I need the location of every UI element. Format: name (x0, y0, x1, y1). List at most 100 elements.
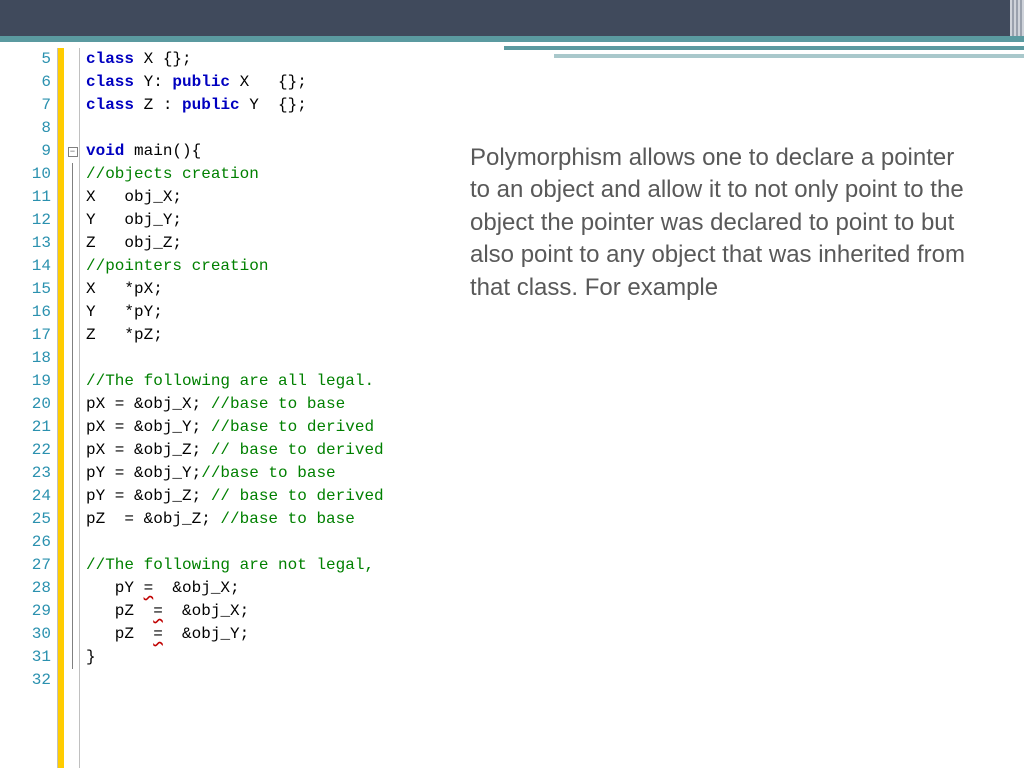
fold-guide (72, 209, 73, 232)
fold-guide (72, 163, 73, 186)
keyword-token: public (172, 73, 230, 91)
text-token: Z : (134, 96, 182, 114)
code-line: pY = &obj_Y;//base to base (86, 462, 384, 485)
line-number: 24 (0, 485, 51, 508)
code-line: class Z : public Y {}; (86, 94, 384, 117)
line-number: 9 (0, 140, 51, 163)
text-token: X {}; (230, 73, 307, 91)
fold-guide (72, 324, 73, 347)
text-token: pZ (86, 602, 153, 620)
text-token: X *pX; (86, 280, 163, 298)
line-number: 20 (0, 393, 51, 416)
code-line: //The following are all legal. (86, 370, 384, 393)
fold-cell (66, 508, 79, 531)
fold-cell (66, 485, 79, 508)
fold-cell (66, 278, 79, 301)
fold-cell (66, 301, 79, 324)
code-line: Y obj_Y; (86, 209, 384, 232)
code-line: pZ = &obj_Z; //base to base (86, 508, 384, 531)
fold-cell (66, 577, 79, 600)
fold-cell (66, 600, 79, 623)
fold-guide (72, 393, 73, 416)
code-line: pX = &obj_X; //base to base (86, 393, 384, 416)
fold-bar: − (66, 48, 80, 768)
code-line: } (86, 646, 384, 669)
line-number: 28 (0, 577, 51, 600)
fold-cell (66, 94, 79, 117)
fold-cell (66, 393, 79, 416)
fold-guide (72, 416, 73, 439)
fold-guide (72, 278, 73, 301)
keyword-token: class (86, 96, 134, 114)
code-editor: 5678910111213141516171819202122232425262… (0, 42, 460, 768)
code-line: pZ = &obj_X; (86, 600, 384, 623)
code-line: Z *pZ; (86, 324, 384, 347)
fold-cell (66, 370, 79, 393)
fold-cell (66, 439, 79, 462)
line-number: 13 (0, 232, 51, 255)
code-body: class X {};class Y: public X {};class Z … (80, 48, 384, 768)
explanation-text: Polymorphism allows one to declare a poi… (460, 42, 1024, 768)
error-token: = (153, 625, 163, 643)
fold-cell[interactable]: − (66, 140, 79, 163)
line-number: 5 (0, 48, 51, 71)
fold-cell (66, 117, 79, 140)
code-line: pX = &obj_Y; //base to derived (86, 416, 384, 439)
text-token: &obj_X; (153, 579, 239, 597)
line-number: 25 (0, 508, 51, 531)
code-line (86, 531, 384, 554)
comment-token: //The following are not legal, (86, 556, 374, 574)
text-token: main(){ (124, 142, 201, 160)
slide-content: 5678910111213141516171819202122232425262… (0, 42, 1024, 768)
text-token: pX = &obj_X; (86, 395, 211, 413)
code-line: class X {}; (86, 48, 384, 71)
fold-cell (66, 209, 79, 232)
fold-cell (66, 71, 79, 94)
text-token: &obj_X; (163, 602, 249, 620)
fold-cell (66, 646, 79, 669)
fold-toggle-icon[interactable]: − (68, 147, 78, 157)
line-number: 6 (0, 71, 51, 94)
comment-token: //base to base (211, 395, 345, 413)
fold-guide (72, 347, 73, 370)
code-line: X *pX; (86, 278, 384, 301)
fold-guide (72, 255, 73, 278)
fold-cell (66, 669, 79, 692)
fold-guide (72, 462, 73, 485)
line-number: 30 (0, 623, 51, 646)
fold-cell (66, 48, 79, 71)
code-line: pX = &obj_Z; // base to derived (86, 439, 384, 462)
text-token: Y obj_Y; (86, 211, 182, 229)
fold-guide (72, 485, 73, 508)
error-token: = (144, 579, 154, 597)
keyword-token: public (182, 96, 240, 114)
line-number: 27 (0, 554, 51, 577)
line-number: 21 (0, 416, 51, 439)
code-line: void main(){ (86, 140, 384, 163)
text-token: X {}; (134, 50, 192, 68)
text-token: Y *pY; (86, 303, 163, 321)
code-line: //pointers creation (86, 255, 384, 278)
change-marker-bar (58, 48, 64, 768)
fold-cell (66, 186, 79, 209)
code-line: //The following are not legal, (86, 554, 384, 577)
text-token: Y {}; (240, 96, 307, 114)
fold-cell (66, 324, 79, 347)
code-line: pY = &obj_Z; // base to derived (86, 485, 384, 508)
fold-guide (72, 577, 73, 600)
text-token: Z *pZ; (86, 326, 163, 344)
text-token: &obj_Y; (163, 625, 249, 643)
line-number: 22 (0, 439, 51, 462)
text-token: X obj_X; (86, 188, 182, 206)
fold-guide (72, 554, 73, 577)
line-number: 7 (0, 94, 51, 117)
line-number: 23 (0, 462, 51, 485)
fold-guide (72, 301, 73, 324)
line-number: 26 (0, 531, 51, 554)
line-number: 18 (0, 347, 51, 370)
keyword-token: class (86, 50, 134, 68)
code-line (86, 117, 384, 140)
line-number: 14 (0, 255, 51, 278)
comment-token: //pointers creation (86, 257, 268, 275)
code-line (86, 669, 384, 692)
